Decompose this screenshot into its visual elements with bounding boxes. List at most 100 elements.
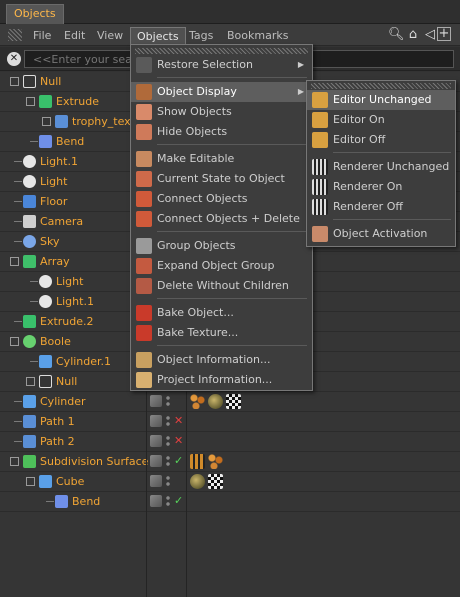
submenu-item-renderer-unchanged[interactable]: Renderer Unchanged (307, 157, 455, 177)
object-name[interactable]: Null (40, 75, 61, 88)
texture-sphere-icon[interactable] (208, 394, 223, 409)
checker-texture-icon[interactable] (208, 474, 223, 489)
object-name[interactable]: Floor (40, 195, 67, 208)
object-name[interactable]: Light (40, 175, 67, 188)
object-name[interactable]: Bend (56, 135, 84, 148)
object-name[interactable]: Cylinder.1 (56, 355, 111, 368)
bend-icon (39, 135, 52, 148)
visibility-dots[interactable] (166, 435, 170, 447)
menu-item-expand-object-group[interactable]: Expand Object Group (131, 256, 312, 276)
home-icon[interactable]: ⌂ (405, 27, 421, 43)
submenu-tearoff-handle[interactable] (311, 83, 451, 89)
light-icon (23, 175, 36, 188)
expand-toggle-icon[interactable] (10, 337, 19, 346)
object-name[interactable]: Cube (56, 475, 84, 488)
layer-checkbox[interactable] (150, 435, 162, 447)
menu-item-project-information[interactable]: Project Information... (131, 370, 312, 390)
enabled-check-icon[interactable]: ✓ (174, 454, 183, 467)
menu-item-delete-without-children[interactable]: Delete Without Children (131, 276, 312, 296)
object-name[interactable]: Light.1 (40, 155, 78, 168)
menu-objects[interactable]: Objects (130, 27, 186, 45)
arrow-left-icon[interactable]: ◁ (422, 27, 438, 43)
expand-toggle-icon[interactable] (10, 257, 19, 266)
layer-checkbox[interactable] (150, 495, 162, 507)
object-name[interactable]: Boole (40, 335, 71, 348)
material-tag-icon[interactable] (190, 394, 205, 409)
submenu-item-object-activation[interactable]: Object Activation (307, 224, 455, 244)
submenu-item-editor-unchanged[interactable]: Editor Unchanged (307, 90, 455, 110)
submenu-item-editor-off[interactable]: Editor Off (307, 130, 455, 150)
object-name[interactable]: Path 2 (40, 435, 75, 448)
menu-item-restore-selection[interactable]: Restore Selection ▶ (131, 55, 312, 75)
close-search-icon[interactable]: ✕ (7, 52, 21, 66)
visibility-dots[interactable] (166, 415, 170, 427)
expand-toggle-icon[interactable] (10, 457, 19, 466)
material-tag-icon[interactable] (208, 454, 223, 469)
object-name[interactable]: Subdivision Surface (40, 455, 148, 468)
layer-checkbox[interactable] (150, 395, 162, 407)
layer-checkbox[interactable] (150, 455, 162, 467)
table-row[interactable]: Subdivision Surface ✓ (0, 452, 460, 472)
menu-view[interactable]: View (91, 27, 129, 45)
visibility-dots[interactable] (166, 475, 170, 487)
visibility-dots[interactable] (166, 495, 170, 507)
submenu-item-editor-on[interactable]: Editor On (307, 110, 455, 130)
table-row[interactable]: Cube (0, 472, 460, 492)
objects-tab[interactable]: Objects (6, 4, 64, 24)
menu-tearoff-handle[interactable] (135, 48, 308, 54)
menu-item-current-state-to-object[interactable]: Current State to Object (131, 169, 312, 189)
texture-sphere-icon[interactable] (190, 474, 205, 489)
object-name[interactable]: Camera (40, 215, 83, 228)
menu-item-object-display[interactable]: Object Display ▶ (131, 82, 312, 102)
menu-bookmarks[interactable]: Bookmarks (221, 27, 294, 45)
menu-item-object-information[interactable]: Object Information... (131, 350, 312, 370)
menu-item-show-objects[interactable]: Show Objects (131, 102, 312, 122)
menu-tags[interactable]: Tags (183, 27, 219, 45)
disabled-x-icon[interactable]: ✕ (174, 414, 183, 427)
object-name[interactable]: Extrude (56, 95, 99, 108)
object-name[interactable]: Cylinder (40, 395, 86, 408)
layer-checkbox[interactable] (150, 415, 162, 427)
layer-checkbox[interactable] (150, 475, 162, 487)
menu-item-make-editable[interactable]: Make Editable (131, 149, 312, 169)
search-icon[interactable]: 🔍︎ (388, 27, 405, 43)
table-row[interactable]: Bend ✓ (0, 492, 460, 512)
objects-menu-dropdown: Restore Selection ▶ Object Display ▶ Show Ob… (130, 44, 313, 391)
object-name[interactable]: Light (56, 275, 83, 288)
menu-item-hide-objects[interactable]: Hide Objects (131, 122, 312, 142)
object-name[interactable]: Light.1 (56, 295, 94, 308)
visibility-dots[interactable] (166, 455, 170, 467)
table-row[interactable]: Path 1 ✕ (0, 412, 460, 432)
enabled-check-icon[interactable]: ✓ (174, 494, 183, 507)
checker-texture-icon[interactable] (226, 394, 241, 409)
submenu-item-renderer-on[interactable]: Renderer On (307, 177, 455, 197)
submenu-item-icon (312, 92, 328, 108)
render-tag-icon[interactable] (190, 454, 205, 469)
menu-item-group-objects[interactable]: Group Objects (131, 236, 312, 256)
menu-item-bake-object[interactable]: Bake Object... (131, 303, 312, 323)
object-name[interactable]: Bend (72, 495, 100, 508)
submenu-item-renderer-off[interactable]: Renderer Off (307, 197, 455, 217)
object-name[interactable]: Sky (40, 235, 59, 248)
table-row[interactable]: Path 2 ✕ (0, 432, 460, 452)
expand-toggle-icon[interactable] (42, 117, 51, 126)
menu-item-connect-objects-delete[interactable]: Connect Objects + Delete (131, 209, 312, 229)
expand-toggle-icon[interactable] (10, 77, 19, 86)
object-name[interactable]: Array (40, 255, 70, 268)
object-name[interactable]: Path 1 (40, 415, 75, 428)
menu-item-connect-objects[interactable]: Connect Objects (131, 189, 312, 209)
new-panel-icon[interactable]: + (437, 27, 451, 41)
expand-toggle-icon[interactable] (26, 377, 35, 386)
object-name[interactable]: Null (56, 375, 77, 388)
menu-edit[interactable]: Edit (58, 27, 91, 45)
menu-item-bake-texture[interactable]: Bake Texture... (131, 323, 312, 343)
disabled-x-icon[interactable]: ✕ (174, 434, 183, 447)
menu-file[interactable]: File (27, 27, 57, 45)
visibility-dots[interactable] (166, 395, 170, 407)
sky-icon (23, 235, 36, 248)
menu-grip-icon[interactable] (8, 29, 22, 41)
expand-toggle-icon[interactable] (26, 97, 35, 106)
table-row[interactable]: Cylinder (0, 392, 460, 412)
object-name[interactable]: Extrude.2 (40, 315, 94, 328)
expand-toggle-icon[interactable] (26, 477, 35, 486)
